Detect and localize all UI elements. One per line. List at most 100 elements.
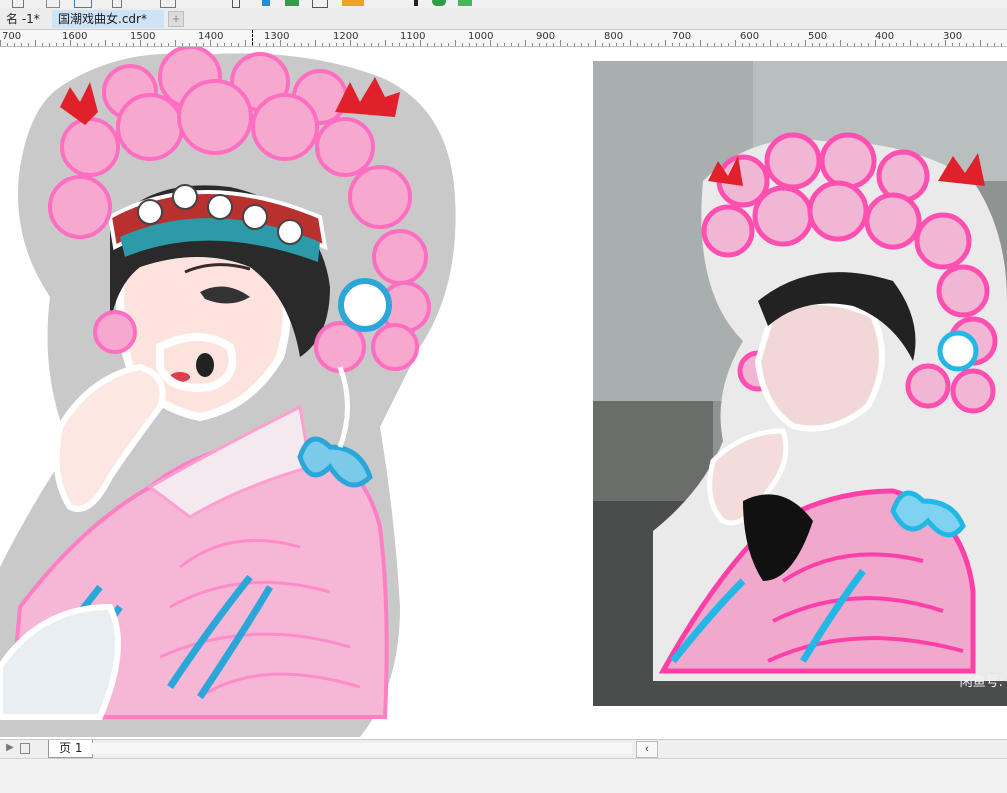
toolbar-icon[interactable] <box>232 0 240 8</box>
mask-hole <box>196 353 214 377</box>
add-page-icon[interactable] <box>20 743 30 754</box>
add-tab-icon[interactable]: + <box>168 11 184 27</box>
ruler-label: 1600 <box>62 31 88 42</box>
ruler-tick <box>119 43 120 46</box>
ruler-tick <box>259 43 260 46</box>
opera-girl-vector-artwork[interactable] <box>0 47 470 739</box>
toolbar-icon[interactable] <box>74 0 92 8</box>
ruler-tick <box>21 43 22 46</box>
ruler-tick <box>896 43 897 46</box>
toolbar-icon[interactable] <box>458 0 472 6</box>
toolbar-icon[interactable] <box>160 0 176 8</box>
ruler-tick <box>476 43 477 46</box>
ruler-tick <box>819 43 820 46</box>
toolbar-icon[interactable] <box>46 0 60 8</box>
ruler-label: 1200 <box>333 31 359 42</box>
ruler-tick <box>434 43 435 46</box>
ruler-tick <box>28 43 29 46</box>
ruler-tick <box>784 43 785 46</box>
ruler-tick <box>539 43 540 46</box>
neon-face <box>754 299 885 432</box>
ruler-label: 700 <box>672 31 692 42</box>
ruler-tick <box>147 43 148 46</box>
toolbar-icon[interactable] <box>12 0 24 8</box>
ruler-tick <box>301 43 302 46</box>
ruler-tick <box>686 43 687 46</box>
ruler-tick <box>280 40 281 46</box>
ruler-label: 900 <box>536 31 556 42</box>
ruler-tick <box>469 43 470 46</box>
toolbar-icon[interactable] <box>342 0 364 6</box>
document-tab-bar: 名 -1* 国潮戏曲女.cdr* + <box>0 8 1007 30</box>
ruler-tick <box>287 43 288 46</box>
ruler-tick <box>532 43 533 46</box>
ruler-tick <box>371 43 372 46</box>
ruler-tick <box>728 43 729 46</box>
ruler-tick <box>973 43 974 46</box>
ruler-tick <box>182 43 183 46</box>
toolbar-icon[interactable] <box>312 0 328 8</box>
ruler-tick <box>581 43 582 46</box>
drawing-canvas[interactable]: 闲鱼号: <box>0 47 1007 739</box>
ruler-tick <box>966 43 967 46</box>
ruler-tick <box>266 43 267 46</box>
ruler-tick <box>7 43 8 46</box>
ruler-tick <box>994 43 995 46</box>
ruler-tick <box>980 40 981 46</box>
tab-untitled[interactable]: 名 -1* <box>0 10 54 28</box>
ruler-tick <box>560 40 561 46</box>
ruler-tick <box>637 43 638 46</box>
ruler-tick <box>238 43 239 46</box>
ruler-tick <box>14 43 15 46</box>
ruler-tick <box>553 43 554 46</box>
tab-guochao-opera-girl[interactable]: 国潮戏曲女.cdr* <box>52 10 164 28</box>
reference-photo[interactable]: 闲鱼号: <box>593 61 1007 706</box>
ruler-tick <box>868 43 869 46</box>
ruler-tick <box>840 40 841 46</box>
ruler-label: 600 <box>740 31 760 42</box>
ruler-tick <box>112 43 113 46</box>
scroll-left-icon[interactable]: ‹ <box>636 741 658 758</box>
toolbar-icon[interactable] <box>432 0 446 6</box>
horizontal-ruler[interactable]: 700 1600 1500 1400 1300 1200 1100 1000 9… <box>0 30 1007 47</box>
ruler-tick <box>329 43 330 46</box>
toolbar-icon[interactable] <box>285 0 299 6</box>
ruler-tick <box>70 40 71 46</box>
toolbar-icon[interactable] <box>262 0 270 6</box>
ruler-tick <box>763 43 764 46</box>
page-tab-1[interactable]: 页 1 <box>48 740 94 758</box>
ruler-tick <box>658 43 659 46</box>
ruler-tick <box>777 43 778 46</box>
ruler-label: 500 <box>808 31 828 42</box>
ruler-tick <box>84 43 85 46</box>
first-page-icon[interactable]: ▶ <box>4 742 16 754</box>
ruler-tick <box>721 43 722 46</box>
ruler-tick <box>308 43 309 46</box>
ruler-tick <box>399 43 400 46</box>
ruler-tick <box>826 43 827 46</box>
toolbar-icon[interactable] <box>414 0 418 6</box>
ruler-tick <box>273 43 274 46</box>
ruler-tick <box>833 43 834 46</box>
ruler-tick <box>959 43 960 46</box>
horizontal-scrollbar-track[interactable] <box>90 743 632 754</box>
ruler-tick <box>812 43 813 46</box>
ruler-tick <box>651 43 652 46</box>
page-navigation-bar: ▶ 页 1 ‹ <box>0 739 1007 758</box>
ruler-tick <box>336 43 337 46</box>
ruler-tick <box>420 40 421 46</box>
ruler-tick <box>189 43 190 46</box>
ruler-tick <box>588 43 589 46</box>
ruler-tick <box>126 43 127 46</box>
ruler-tick <box>413 43 414 46</box>
ruler-tick <box>623 43 624 46</box>
toolbar-icon[interactable] <box>112 0 122 8</box>
ruler-tick <box>798 43 799 46</box>
ruler-tick <box>203 43 204 46</box>
ruler-tick <box>903 43 904 46</box>
ruler-tick <box>630 40 631 46</box>
ruler-tick <box>217 43 218 46</box>
ruler-tick <box>742 43 743 46</box>
ruler-tick <box>910 40 911 46</box>
ruler-tick <box>497 43 498 46</box>
